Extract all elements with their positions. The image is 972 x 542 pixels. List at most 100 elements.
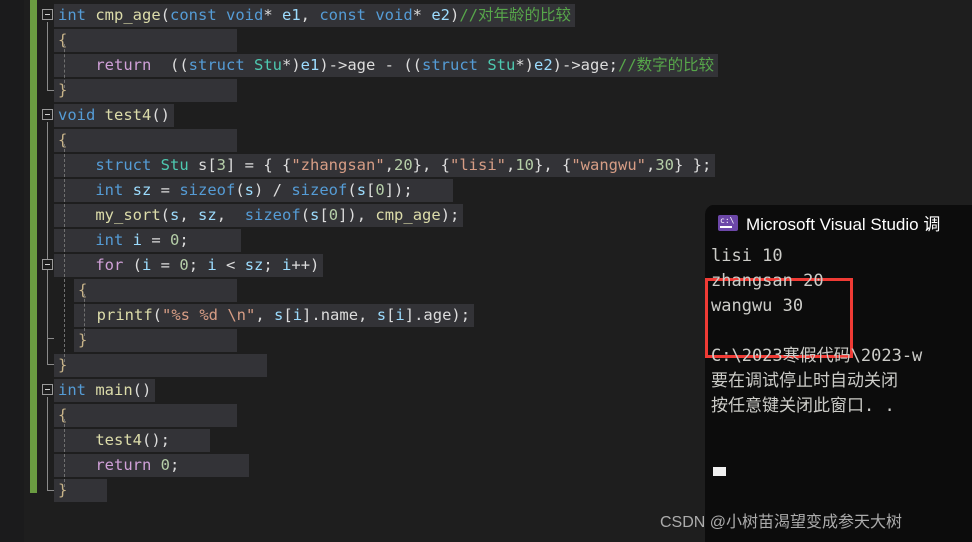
code-token: *) — [281, 56, 301, 74]
code-line-text: } — [54, 479, 108, 502]
code-line[interactable]: } — [0, 328, 238, 353]
code-line[interactable]: int sz = sizeof(s) / sizeof(s[0]); — [0, 178, 453, 203]
code-line[interactable]: struct Stu s[3] = { {"zhangsan",20}, {"l… — [0, 153, 716, 178]
code-line-text: { — [54, 29, 238, 52]
fold-collapse-icon[interactable] — [42, 259, 53, 270]
code-token: ( — [123, 256, 142, 274]
code-token: , — [255, 306, 275, 324]
code-token: 10 — [515, 156, 535, 174]
code-token: ( — [235, 181, 245, 199]
code-line-text: int sz = sizeof(s) / sizeof(s[0]); — [54, 179, 453, 202]
code-line[interactable]: int cmp_age(const void* e1, const void* … — [0, 3, 576, 28]
fold-guide-line — [47, 22, 48, 90]
code-line[interactable]: { — [0, 128, 238, 153]
code-token: i — [142, 256, 152, 274]
code-line-text: struct Stu s[3] = { {"zhangsan",20}, {"l… — [54, 154, 716, 177]
code-line[interactable]: return ((struct Stu*)e1)->age - ((struct… — [0, 53, 719, 78]
code-token: ; — [179, 231, 189, 249]
code-token: [ — [283, 306, 293, 324]
code-token: *) — [515, 56, 534, 74]
code-token: ]), — [338, 206, 376, 224]
code-token: const — [319, 6, 376, 24]
code-token: 0 — [160, 456, 171, 474]
code-line-text: void test4() — [54, 104, 175, 127]
code-line[interactable]: test4(); — [0, 428, 210, 453]
code-token: int — [58, 381, 96, 399]
code-token: , — [179, 206, 199, 224]
fold-guide-line — [47, 397, 48, 490]
debug-console-window[interactable]: Microsoft Visual Studio 调 lisi 10 zhangsa… — [705, 205, 972, 542]
indent-guide — [64, 144, 65, 362]
code-token: } — [58, 81, 68, 99]
code-line[interactable]: } — [0, 78, 238, 103]
code-token: int — [95, 231, 133, 249]
console-cursor — [713, 467, 726, 476]
code-token: ++) — [291, 256, 320, 274]
code-token: ( — [160, 206, 170, 224]
code-token: ) — [450, 6, 460, 24]
code-token: * — [263, 6, 282, 24]
code-token: test4 — [95, 431, 142, 449]
code-line-text: return 0; — [54, 454, 250, 477]
fold-guide-foot — [47, 364, 54, 365]
code-token: printf — [96, 306, 153, 324]
code-token: ; — [188, 256, 208, 274]
code-line[interactable]: return 0; — [0, 453, 250, 478]
fold-collapse-icon[interactable] — [42, 384, 53, 395]
code-line[interactable]: { — [0, 28, 238, 53]
code-token: 0 — [170, 231, 180, 249]
code-token: ); — [451, 306, 471, 324]
code-token: } }; — [674, 156, 712, 174]
code-line-text: for (i = 0; i < sz; i++) — [54, 254, 324, 277]
code-line[interactable]: printf("%s %d \n", s[i].name, s[i].age); — [0, 303, 475, 328]
code-token: //数字的比较 — [618, 56, 715, 74]
code-token: cmp_age — [95, 6, 161, 24]
code-token: age; — [580, 56, 618, 74]
console-titlebar[interactable]: Microsoft Visual Studio 调 — [705, 205, 972, 240]
code-token: }, { — [534, 156, 572, 174]
code-token: ]. — [302, 306, 321, 324]
code-token: 0 — [179, 256, 189, 274]
code-token: Stu — [160, 156, 189, 174]
code-token: struct — [422, 56, 488, 74]
fold-guide-line — [47, 272, 48, 338]
code-line[interactable]: void test4() — [0, 103, 175, 128]
code-token: { — [58, 406, 68, 424]
console-title: Microsoft Visual Studio 调 — [746, 215, 941, 234]
fold-collapse-icon[interactable] — [42, 9, 53, 20]
code-token: { — [78, 281, 88, 299]
code-token: e2 — [534, 56, 553, 74]
code-token: s — [244, 181, 255, 199]
code-token: i — [395, 306, 405, 324]
code-token: sz — [198, 206, 217, 224]
code-token: main — [95, 381, 133, 399]
code-line[interactable]: { — [0, 403, 238, 428]
console-output-area[interactable]: lisi 10 zhangsan 20 wangwu 30 C:\2023寒假代码\2… — [705, 240, 972, 542]
code-token: s — [170, 206, 180, 224]
code-line[interactable]: int main() — [0, 378, 156, 403]
code-line[interactable]: } — [0, 353, 268, 378]
code-token: )-> — [552, 56, 581, 74]
code-token: my_sort — [95, 206, 161, 224]
code-line[interactable]: int i = 0; — [0, 228, 241, 253]
code-token: ]. — [404, 306, 424, 324]
code-token: test4 — [104, 106, 152, 124]
code-token: , — [506, 156, 516, 174]
code-token: { — [58, 31, 68, 49]
code-token: i — [292, 306, 303, 324]
fold-collapse-icon[interactable] — [42, 109, 53, 120]
code-token: 0 — [328, 206, 339, 224]
code-token: s — [274, 306, 284, 324]
code-token: sizeof — [179, 181, 236, 199]
code-line-text: int cmp_age(const void* e1, const void* … — [54, 4, 576, 27]
console-output-line: zhangsan 20 — [711, 271, 824, 291]
code-token: ( — [160, 6, 170, 24]
screenshot-root: int cmp_age(const void* e1, const void* … — [0, 0, 972, 542]
code-token: i — [207, 256, 217, 274]
code-line[interactable]: my_sort(s, sz, sizeof(s[0]), cmp_age); — [0, 203, 464, 228]
code-token: for — [95, 256, 124, 274]
code-line[interactable]: { — [0, 278, 238, 303]
code-line-text: { — [74, 279, 238, 302]
code-token: sizeof — [291, 181, 348, 199]
